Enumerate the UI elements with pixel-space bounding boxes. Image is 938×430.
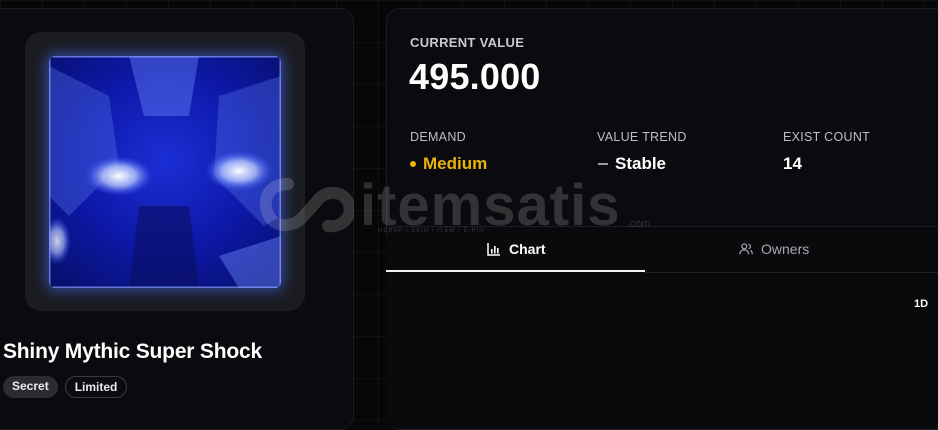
chart-panel bbox=[386, 226, 938, 427]
active-tab-indicator bbox=[386, 270, 645, 272]
demand-label: DEMAND bbox=[410, 130, 466, 144]
exist-count-label: EXIST COUNT bbox=[783, 130, 871, 144]
tag-secret: Secret bbox=[3, 376, 58, 398]
users-icon bbox=[739, 243, 753, 255]
current-value-amount: 495.000 bbox=[409, 56, 541, 97]
tag-limited: Limited bbox=[64, 376, 128, 398]
current-value-label: CURRENT VALUE bbox=[410, 35, 525, 50]
demand-value-text: Medium bbox=[423, 154, 488, 173]
tab-divider bbox=[645, 272, 938, 273]
demand-dot-icon bbox=[410, 161, 416, 167]
demand-value: Medium bbox=[410, 154, 487, 174]
bar-chart-icon bbox=[487, 243, 500, 256]
value-trend-label: VALUE TREND bbox=[597, 130, 687, 144]
value-trend-value: Stable bbox=[598, 154, 666, 174]
tab-owners-label: Owners bbox=[761, 241, 810, 257]
item-image bbox=[49, 56, 281, 288]
exist-count-value: 14 bbox=[783, 154, 802, 173]
stable-dash-icon bbox=[598, 163, 608, 165]
tab-owners[interactable]: Owners bbox=[739, 240, 809, 258]
value-trend-text: Stable bbox=[615, 154, 667, 173]
tab-chart-label: Chart bbox=[509, 241, 546, 257]
range-1d-button[interactable]: 1D bbox=[914, 298, 928, 310]
item-tags: Secret Limited bbox=[3, 376, 128, 398]
tab-chart[interactable]: Chart bbox=[487, 240, 546, 258]
item-name: Shiny Mythic Super Shock bbox=[3, 340, 262, 363]
